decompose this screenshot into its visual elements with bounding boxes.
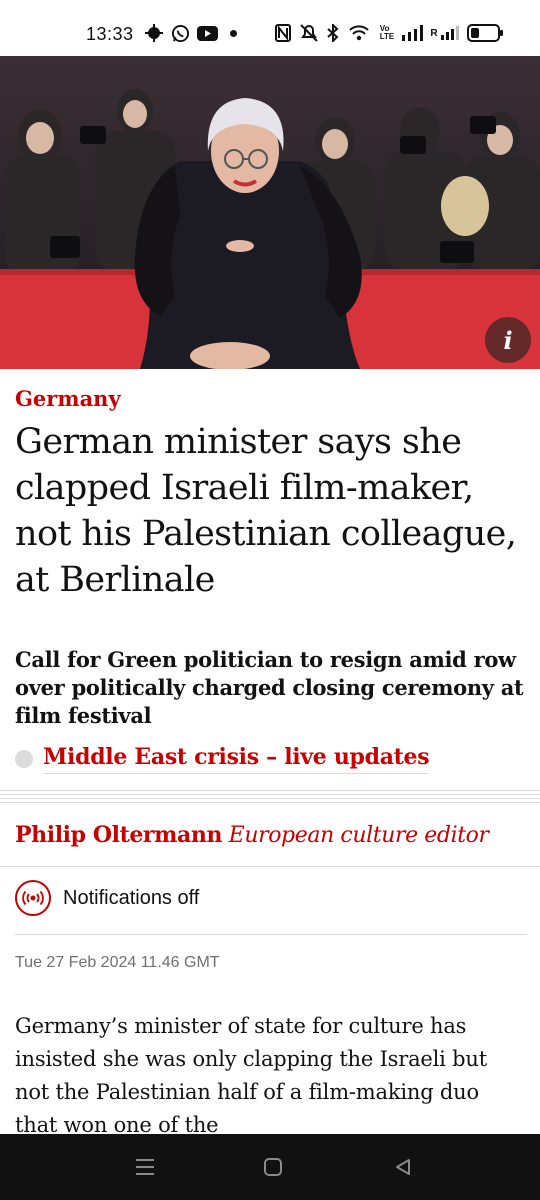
headline: German minister says she clapped Israeli… [15,422,517,600]
live-updates-link[interactable]: Middle East crisis – live updates [15,744,430,774]
signal-icon [400,22,424,44]
divider-rules [0,790,540,804]
roaming-label: R [430,27,438,39]
mute-icon [298,22,320,44]
home-icon[interactable] [253,1152,293,1182]
volte-icon: Vo LTE [379,24,395,41]
notifications-toggle[interactable]: Notifications off [15,880,199,916]
bluetooth-icon [326,22,340,44]
dot-icon [228,22,238,44]
battery-icon [466,22,504,44]
section-kicker[interactable]: Germany [15,386,121,411]
publish-date: Tue 27 Feb 2024 11.46 GMT [15,954,220,971]
byline: Philip Oltermann European culture editor [15,822,489,848]
article-body: Germany’s minister of state for culture … [15,1014,487,1137]
nfc-icon [274,22,292,44]
author-role: European culture editor [228,823,489,848]
hero-photo [0,56,540,369]
whatsapp-icon [170,22,190,44]
status-time: 13:33 [86,24,134,44]
bug-icon [144,22,164,44]
menu-icon[interactable] [125,1152,165,1182]
divider [15,934,527,935]
youtube-icon [196,22,218,44]
standfirst: Call for Green politician to resign amid… [15,647,524,728]
notifications-label: Notifications off [63,886,200,909]
live-dot-icon [15,750,33,768]
hero-image[interactable]: i [0,56,540,369]
wifi-icon [348,22,370,44]
divider [0,866,540,867]
back-icon[interactable] [383,1152,423,1182]
broadcast-icon [15,880,51,916]
author-name[interactable]: Philip Oltermann [15,822,222,848]
live-updates-label[interactable]: Middle East crisis – live updates [43,744,430,774]
navigation-bar [0,1134,540,1200]
info-button[interactable]: i [485,317,531,363]
signal-icon-2 [440,22,462,44]
